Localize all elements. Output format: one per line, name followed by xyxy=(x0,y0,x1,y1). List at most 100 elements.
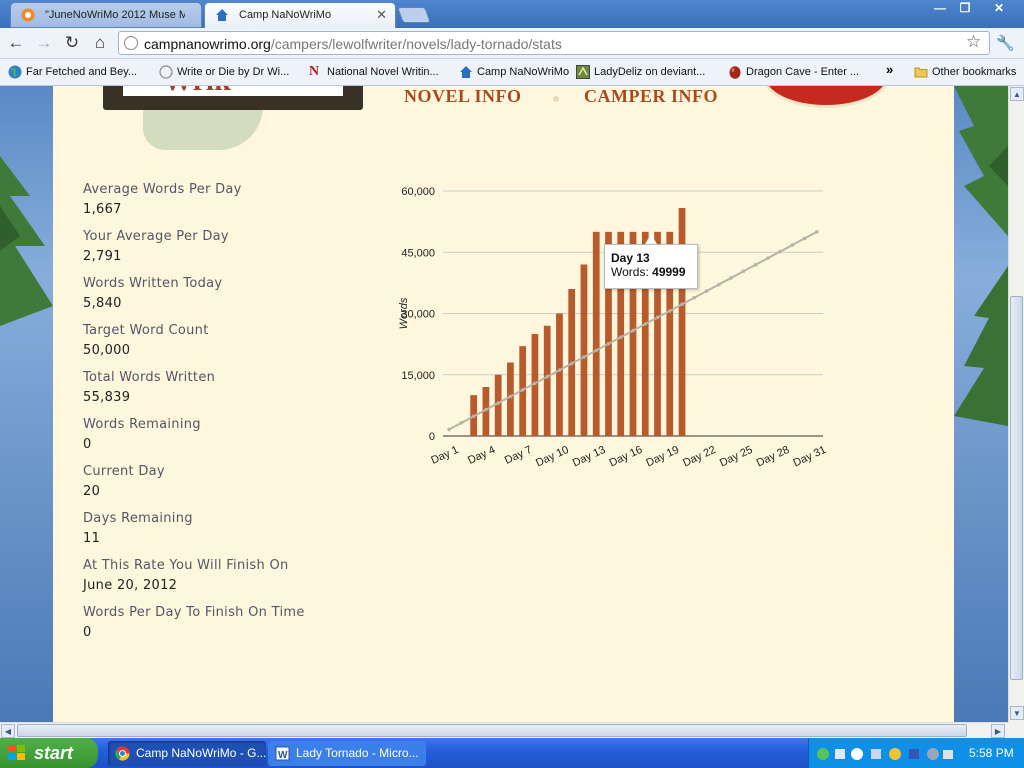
svg-text:W: W xyxy=(278,750,288,761)
tray-icons[interactable] xyxy=(815,746,955,762)
stat-item: Words Written Today 5,840 xyxy=(83,276,363,323)
home-icon[interactable]: ⌂ xyxy=(89,32,111,54)
url-text[interactable]: campnanowrimo.org/campers/lewolfwriter/n… xyxy=(144,36,562,52)
close-tab-icon[interactable]: ✕ xyxy=(376,3,387,27)
vertical-scroll-thumb[interactable] xyxy=(1010,296,1023,680)
deviantart-icon xyxy=(576,65,590,79)
target-point xyxy=(667,309,672,313)
stat-value: 0 xyxy=(83,625,92,640)
stat-label: Target Word Count xyxy=(83,323,209,338)
folder-icon xyxy=(914,67,928,78)
target-point xyxy=(569,361,574,366)
globe-icon xyxy=(124,36,138,50)
x-tick-label: Day 4 xyxy=(466,444,497,467)
bookmark-ladydeliz[interactable]: LadyDeliz on deviant... xyxy=(574,63,705,81)
bookmark-camp-nanowrimo[interactable]: Camp NaNoWriMo xyxy=(457,63,569,81)
red-badge-decoration xyxy=(763,86,889,108)
target-point xyxy=(815,230,819,234)
globe-icon xyxy=(159,65,173,79)
scroll-right-icon[interactable]: ▶ xyxy=(991,724,1005,738)
stat-item: Average Words Per Day 1,667 xyxy=(83,182,363,229)
target-point xyxy=(802,236,807,241)
word-count-bar xyxy=(507,362,514,436)
y-tick-label: 45,000 xyxy=(401,247,435,259)
target-point xyxy=(655,315,660,320)
page-viewport: Wrik NOVEL INFO CAMPER INFO Average Word… xyxy=(0,86,1008,722)
bookmark-far-fetched[interactable]: Far Fetched and Bey... xyxy=(6,63,137,81)
tooltip-pointer xyxy=(645,234,657,244)
wrench-icon[interactable]: 🔧 xyxy=(996,34,1015,52)
scroll-left-icon[interactable]: ◀ xyxy=(1,724,15,738)
bookmark-write-or-die[interactable]: Write or Die by Dr Wi... xyxy=(157,63,289,81)
nanowrimo-n-icon: N xyxy=(309,64,320,79)
stat-label: Your Average Per Day xyxy=(83,229,229,244)
bookmark-dragon-cave[interactable]: Dragon Cave - Enter ... xyxy=(726,63,859,81)
stat-value: 20 xyxy=(83,484,101,499)
stat-label: Total Words Written xyxy=(83,370,216,385)
target-point xyxy=(753,262,758,267)
scrollbar-corner xyxy=(1008,722,1024,738)
pine-trees-decoration xyxy=(954,86,1008,426)
minimize-window-icon[interactable]: — xyxy=(928,1,952,17)
pine-trees-decoration xyxy=(0,156,53,326)
word-count-bar xyxy=(580,264,588,436)
tab-camp-nanowrimo[interactable]: Camp NaNoWriMo ✕ xyxy=(204,2,396,28)
taskbar-word-window[interactable]: W Lady Tornado - Micro... xyxy=(268,741,426,766)
new-tab-button[interactable] xyxy=(397,7,431,23)
forward-arrow-icon[interactable]: → xyxy=(33,32,55,54)
start-button[interactable]: start xyxy=(0,738,98,768)
horizontal-scroll-thumb[interactable] xyxy=(17,724,967,737)
close-window-icon[interactable]: ✕ xyxy=(984,1,1014,17)
stat-label: Words Per Day To Finish On Time xyxy=(83,605,305,620)
word-count-chart: 015,00030,00045,00060,000WordsDay 1 Day 4… xyxy=(398,186,828,470)
target-point xyxy=(790,243,795,247)
x-tick-label: Day 28 xyxy=(755,444,792,470)
tooltip-day: Day 13 xyxy=(611,251,650,265)
tab-strip: "JuneNoWriMo 2012 Muse Mus Camp NaNoWriM… xyxy=(0,0,1024,28)
house-icon xyxy=(216,9,228,21)
back-arrow-icon[interactable]: ← xyxy=(5,32,27,54)
house-icon xyxy=(460,66,472,78)
y-tick-label: 60,000 xyxy=(401,186,435,198)
stat-value: June 20, 2012 xyxy=(83,578,178,593)
bookmark-national-novel[interactable]: N National Novel Writin... xyxy=(307,63,439,81)
bookmark-star-icon[interactable]: ☆ xyxy=(966,32,981,52)
more-bookmarks-chevron-icon[interactable]: » xyxy=(886,62,893,77)
target-point xyxy=(778,249,782,254)
stat-item: At This Rate You Will Finish On June 20, … xyxy=(83,558,363,605)
target-point xyxy=(729,276,733,280)
restore-window-icon[interactable]: ❐ xyxy=(953,1,977,17)
taskbar-chrome-window[interactable]: Camp NaNoWriMo - G... xyxy=(108,741,266,766)
horizontal-scrollbar[interactable]: ◀ ▶ xyxy=(0,722,1008,738)
target-point xyxy=(520,388,525,392)
chrome-icon xyxy=(115,746,130,761)
nav-separator xyxy=(553,96,559,102)
word-count-bar xyxy=(678,207,686,436)
vertical-scrollbar[interactable]: ▲ ▼ xyxy=(1008,86,1024,722)
nav-novel-info[interactable]: NOVEL INFO xyxy=(404,86,522,110)
reload-icon[interactable]: ↻ xyxy=(61,32,83,54)
scroll-up-icon[interactable]: ▲ xyxy=(1010,87,1024,101)
target-point xyxy=(496,401,500,405)
windows-taskbar: start Camp NaNoWriMo - G... W Lady Torna… xyxy=(0,738,1024,768)
bookmarks-bar: Far Fetched and Bey... Write or Die by D… xyxy=(0,59,1024,86)
target-point xyxy=(557,368,562,372)
system-tray: 5:58 PM xyxy=(808,738,1024,768)
x-tick-label: Day 22 xyxy=(681,444,718,470)
nav-camper-info[interactable]: CAMPER INFO xyxy=(584,86,718,110)
stat-label: Days Remaining xyxy=(83,511,193,526)
word-document-icon: W xyxy=(275,746,290,761)
scroll-down-icon[interactable]: ▼ xyxy=(1010,706,1024,720)
target-point xyxy=(447,427,451,432)
stat-label: Average Words Per Day xyxy=(83,182,242,197)
tab-junenowrimo[interactable]: "JuneNoWriMo 2012 Muse Mus xyxy=(10,2,202,28)
x-tick-label: Day 16 xyxy=(608,444,645,470)
leaf-decoration xyxy=(143,106,263,150)
target-point xyxy=(594,348,599,353)
x-tick-label: Day 31 xyxy=(791,444,828,470)
bookmark-other-folder[interactable]: Other bookmarks xyxy=(912,63,1016,81)
stats-list: Average Words Per Day 1,667 Your Average P… xyxy=(83,182,363,652)
address-bar[interactable]: campnanowrimo.org/campers/lewolfwriter/n… xyxy=(118,31,990,55)
target-point xyxy=(582,355,586,359)
stat-value: 55,839 xyxy=(83,390,131,405)
